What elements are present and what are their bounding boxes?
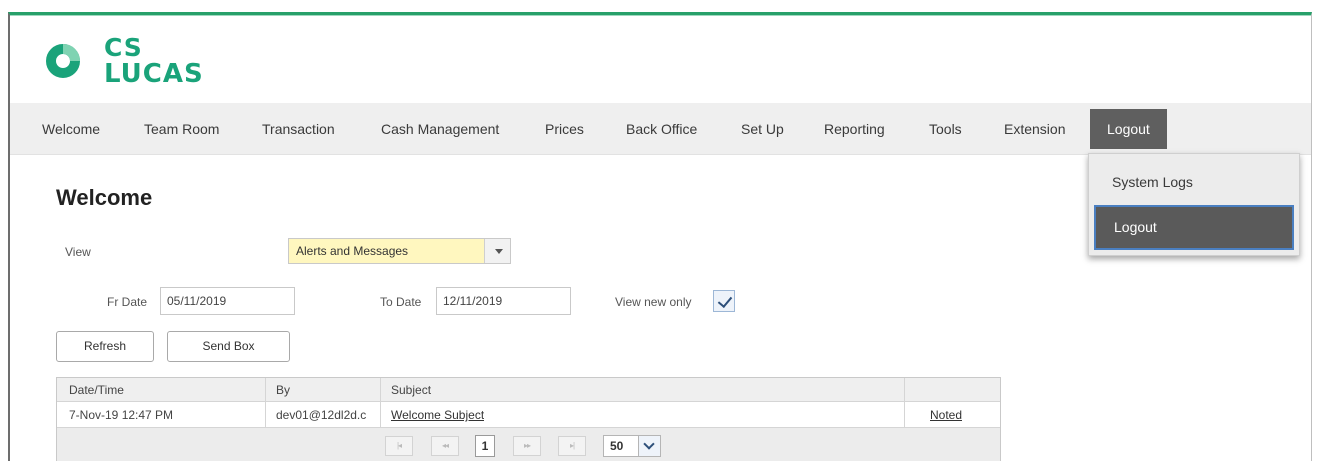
row-noted-link[interactable]: Noted: [930, 408, 962, 422]
chevron-down-icon[interactable]: [638, 436, 660, 456]
from-date-label: Fr Date: [107, 295, 148, 309]
top-accent-bar: [10, 15, 1311, 16]
nav-transaction[interactable]: Transaction: [262, 103, 335, 155]
first-page-icon[interactable]: |◂: [385, 436, 413, 456]
nav-reporting[interactable]: Reporting: [824, 103, 885, 155]
from-date-input[interactable]: 05/11/2019: [160, 287, 295, 315]
to-date-input[interactable]: 12/11/2019: [436, 287, 571, 315]
main-nav: Welcome Team Room Transaction Cash Manag…: [10, 103, 1311, 155]
nav-cash-management[interactable]: Cash Management: [381, 103, 499, 155]
view-new-only-checkbox[interactable]: [713, 290, 735, 312]
view-select[interactable]: Alerts and Messages: [288, 238, 511, 264]
page-title: Welcome: [56, 185, 153, 210]
nav-welcome[interactable]: Welcome: [42, 103, 100, 155]
brand-line-2: LUCAS: [104, 59, 204, 89]
view-select-value: Alerts and Messages: [296, 244, 409, 258]
nav-extension[interactable]: Extension: [1004, 103, 1065, 155]
nav-logout[interactable]: Logout: [1090, 109, 1167, 149]
row-datetime: 7-Nov-19 12:47 PM: [69, 408, 174, 422]
row-subject-link[interactable]: Welcome Subject: [391, 408, 484, 422]
prev-page-icon[interactable]: ◂◂: [431, 436, 459, 456]
nav-team-room[interactable]: Team Room: [144, 103, 219, 155]
messages-table: Date/Time By Subject 7-Nov-19 12:47 PM d…: [56, 377, 1001, 461]
table-row[interactable]: 7-Nov-19 12:47 PM dev01@12dl2d.c Welcome…: [57, 402, 1000, 428]
nav-back-office[interactable]: Back Office: [626, 103, 697, 155]
page-size-value: 50: [610, 439, 624, 453]
view-new-only-label: View new only: [615, 295, 692, 309]
current-page[interactable]: 1: [475, 435, 495, 457]
nav-set-up[interactable]: Set Up: [741, 103, 784, 155]
col-datetime[interactable]: Date/Time: [69, 383, 124, 397]
nav-prices[interactable]: Prices: [545, 103, 584, 155]
view-label: View: [65, 245, 91, 259]
logo-ring-icon: [46, 44, 80, 78]
nav-tools[interactable]: Tools: [929, 103, 962, 155]
next-page-icon[interactable]: ▸▸: [513, 436, 541, 456]
col-by[interactable]: By: [276, 383, 290, 397]
chevron-down-icon[interactable]: [484, 239, 510, 263]
page-size-select[interactable]: 50: [603, 435, 661, 457]
col-subject[interactable]: Subject: [391, 383, 431, 397]
send-box-button[interactable]: Send Box: [167, 331, 290, 362]
table-pager: |◂ ◂◂ 1 ▸▸ ▸| 50: [57, 428, 1000, 461]
table-header: Date/Time By Subject: [57, 378, 1000, 402]
menu-item-system-logs[interactable]: System Logs: [1089, 163, 1299, 201]
refresh-button[interactable]: Refresh: [56, 331, 154, 362]
brand-wordmark: CS LUCAS: [104, 34, 204, 88]
app-window: CS LUCAS Welcome Team Room Transaction C…: [8, 12, 1312, 461]
brand-logo[interactable]: CS LUCAS: [46, 33, 204, 89]
menu-item-logout[interactable]: Logout: [1094, 205, 1294, 250]
brand-line-1: CS: [104, 33, 143, 62]
last-page-icon[interactable]: ▸|: [558, 436, 586, 456]
row-by: dev01@12dl2d.c: [276, 408, 367, 422]
logout-dropdown-menu: System Logs Logout: [1088, 153, 1300, 256]
to-date-label: To Date: [380, 295, 422, 309]
